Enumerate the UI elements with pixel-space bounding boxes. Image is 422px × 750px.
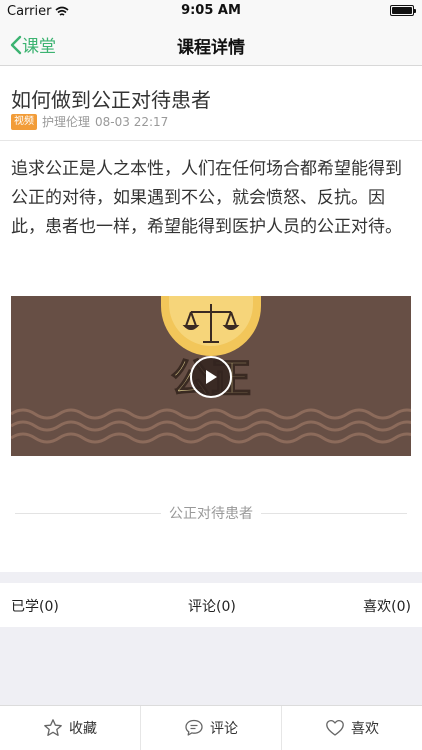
video-tag-badge: 视频	[11, 113, 37, 130]
comment-button[interactable]: 评论	[141, 706, 282, 750]
bottom-action-bar: 收藏 评论 喜欢	[0, 705, 422, 750]
favorite-label: 收藏	[69, 721, 97, 737]
navigation-bar: 课堂 课程详情	[0, 22, 422, 66]
video-caption-row: 公正对待患者	[15, 503, 407, 525]
video-player[interactable]: 公正	[11, 296, 411, 456]
learned-count[interactable]: 已学(0)	[11, 596, 59, 616]
comment-label: 评论	[210, 721, 238, 737]
comment-icon	[185, 719, 203, 736]
like-count[interactable]: 喜欢(0)	[363, 596, 411, 616]
empty-comments-area	[0, 627, 422, 705]
like-label: 喜欢	[351, 721, 379, 737]
battery-icon	[390, 5, 416, 16]
like-button[interactable]: 喜欢	[282, 706, 422, 750]
article-body: 追求公正是人之本性，人们在任何场合都希望能得到公正的对待，如果遇到不公，就会愤怒…	[11, 159, 402, 237]
star-icon	[44, 719, 62, 736]
stats-row: 已学(0) 评论(0) 喜欢(0)	[0, 583, 422, 627]
video-caption: 公正对待患者	[161, 506, 261, 522]
heart-icon	[326, 719, 344, 736]
favorite-button[interactable]: 收藏	[0, 706, 141, 750]
section-gap	[0, 572, 422, 583]
article-meta: 视频 护理伦理 08-03 22:17	[11, 113, 168, 130]
article-category: 护理伦理	[42, 115, 91, 129]
page-title: 课程详情	[177, 38, 245, 58]
article-date: 08-03 22:17	[95, 114, 169, 129]
play-button[interactable]	[190, 356, 232, 398]
comment-count[interactable]: 评论(0)	[188, 596, 236, 616]
status-bar: Carrier 9:05 AM	[0, 0, 422, 22]
divider	[0, 140, 422, 141]
play-icon	[206, 370, 217, 384]
article-title: 如何做到公正对待患者	[11, 88, 211, 112]
status-time: 9:05 AM	[181, 3, 241, 18]
